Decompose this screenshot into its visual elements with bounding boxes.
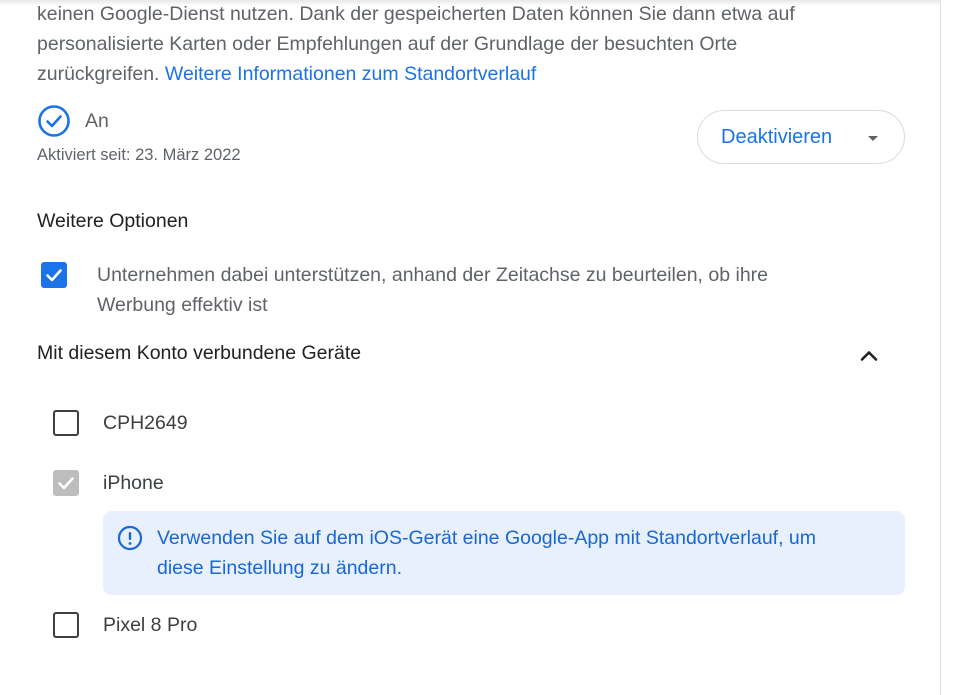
activated-since: Aktiviert seit: 23. März 2022: [37, 146, 241, 164]
deactivate-button-label: Deaktivieren: [721, 125, 833, 148]
device-label-cph2649: CPH2649: [103, 412, 188, 434]
status-label: An: [85, 109, 109, 132]
dropdown-caret-icon: [868, 136, 878, 141]
intro-paragraph: keinen Google-Dienst nutzen. Dank der ge…: [37, 0, 887, 89]
ads-option-line-1: Unternehmen dabei unterstützen, anhand d…: [97, 264, 769, 286]
check-circle-icon: [38, 105, 70, 137]
device-label-iphone: iPhone: [103, 472, 164, 494]
ads-option-label: Unternehmen dabei unterstützen, anhand d…: [97, 260, 887, 320]
chevron-up-icon[interactable]: [856, 343, 882, 369]
checkmark-icon: [46, 269, 62, 282]
device-checkbox-iphone: [53, 470, 79, 496]
ios-info-text: Verwenden Sie auf dem iOS-Gerät eine Goo…: [157, 523, 887, 583]
options-title: Weitere Optionen: [37, 210, 189, 232]
intro-line-2: personalisierte Karten oder Empfehlungen…: [37, 33, 738, 55]
ads-checkbox[interactable]: [41, 262, 67, 288]
checkmark-icon: [58, 477, 74, 490]
intro-line-1: keinen Google-Dienst nutzen. Dank der ge…: [37, 3, 795, 25]
devices-title: Mit diesem Konto verbundene Geräte: [37, 342, 362, 364]
learn-more-link[interactable]: Weitere Informationen zum Standortverlau…: [165, 63, 536, 85]
ios-info-line-1: Verwenden Sie auf dem iOS-Gerät eine Goo…: [157, 527, 817, 549]
deactivate-button[interactable]: Deaktivieren: [697, 110, 905, 164]
ios-info-line-2: diese Einstellung zu ändern.: [157, 557, 402, 579]
device-label-pixel-8-pro: Pixel 8 Pro: [103, 614, 198, 636]
device-checkbox-pixel-8-pro[interactable]: [53, 612, 79, 638]
ads-option-line-2: Werbung effektiv ist: [97, 294, 268, 316]
device-checkbox-cph2649[interactable]: [53, 410, 79, 436]
status-row: An: [37, 104, 109, 138]
info-icon: [117, 525, 143, 551]
ios-info-box: Verwenden Sie auf dem iOS-Gerät eine Goo…: [103, 511, 905, 595]
intro-line-3: zurückgreifen.: [37, 63, 160, 85]
settings-panel: keinen Google-Dienst nutzen. Dank der ge…: [0, 0, 941, 695]
